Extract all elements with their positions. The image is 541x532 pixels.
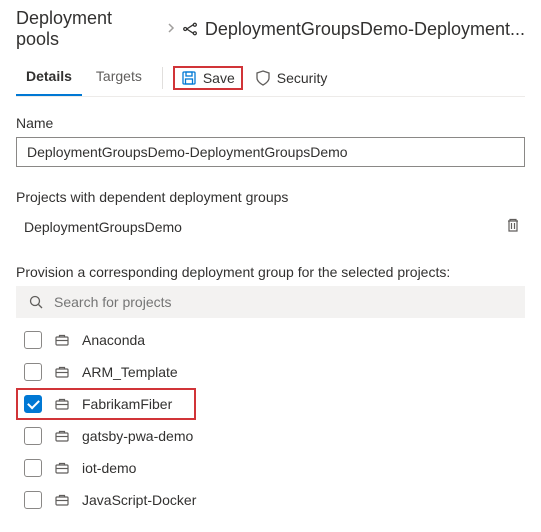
tab-details[interactable]: Details bbox=[16, 60, 82, 96]
project-checkbox[interactable] bbox=[24, 363, 42, 381]
breadcrumb-root[interactable]: Deployment pools bbox=[16, 8, 160, 50]
briefcase-icon bbox=[54, 364, 70, 380]
breadcrumb-leaf: DeploymentGroupsDemo-Deployment... bbox=[182, 19, 525, 40]
chevron-right-icon bbox=[166, 22, 176, 36]
project-checkbox[interactable] bbox=[24, 331, 42, 349]
save-label: Save bbox=[203, 70, 235, 86]
project-name: ARM_Template bbox=[82, 364, 178, 380]
project-checkbox[interactable] bbox=[24, 427, 42, 445]
project-row[interactable]: iot-demo bbox=[16, 452, 525, 484]
dependent-project-name: DeploymentGroupsDemo bbox=[24, 219, 182, 235]
project-row[interactable]: JavaScript-Docker bbox=[16, 484, 525, 516]
project-list: Anaconda ARM_Template FabrikamFiber gats… bbox=[16, 324, 525, 516]
dependent-label: Projects with dependent deployment group… bbox=[16, 189, 525, 205]
project-name: Anaconda bbox=[82, 332, 145, 348]
project-row[interactable]: Anaconda bbox=[16, 324, 525, 356]
provision-label: Provision a corresponding deployment gro… bbox=[16, 264, 525, 280]
project-row[interactable]: FabrikamFiber bbox=[16, 388, 196, 420]
name-section: Name bbox=[16, 115, 525, 167]
shield-icon bbox=[255, 70, 271, 86]
delete-button[interactable] bbox=[505, 217, 521, 236]
project-checkbox[interactable] bbox=[24, 395, 42, 413]
tab-targets[interactable]: Targets bbox=[86, 60, 152, 96]
breadcrumb: Deployment pools DeploymentGroupsDemo-De… bbox=[16, 8, 525, 50]
project-row[interactable]: ARM_Template bbox=[16, 356, 525, 388]
project-name: JavaScript-Docker bbox=[82, 492, 196, 508]
name-label: Name bbox=[16, 115, 525, 131]
search-icon bbox=[28, 294, 44, 310]
project-name: FabrikamFiber bbox=[82, 396, 172, 412]
dependent-row: DeploymentGroupsDemo bbox=[16, 211, 525, 242]
briefcase-icon bbox=[54, 396, 70, 412]
name-input[interactable] bbox=[16, 137, 525, 167]
save-icon bbox=[181, 70, 197, 86]
search-input[interactable] bbox=[54, 294, 513, 310]
project-name: iot-demo bbox=[82, 460, 136, 476]
briefcase-icon bbox=[54, 460, 70, 476]
briefcase-icon bbox=[54, 428, 70, 444]
deployment-group-icon bbox=[182, 20, 199, 38]
project-checkbox[interactable] bbox=[24, 459, 42, 477]
breadcrumb-leaf-text: DeploymentGroupsDemo-Deployment... bbox=[205, 19, 525, 40]
toolbar: Details Targets Save Security bbox=[16, 60, 525, 97]
project-row[interactable]: gatsby-pwa-demo bbox=[16, 420, 525, 452]
separator bbox=[162, 67, 163, 89]
search-box[interactable] bbox=[16, 286, 525, 318]
dependent-section: Projects with dependent deployment group… bbox=[16, 189, 525, 242]
security-label: Security bbox=[277, 70, 328, 86]
security-button[interactable]: Security bbox=[247, 66, 336, 90]
briefcase-icon bbox=[54, 332, 70, 348]
project-checkbox[interactable] bbox=[24, 491, 42, 509]
briefcase-icon bbox=[54, 492, 70, 508]
project-name: gatsby-pwa-demo bbox=[82, 428, 193, 444]
save-button[interactable]: Save bbox=[173, 66, 243, 90]
trash-icon bbox=[505, 217, 521, 233]
provision-section: Provision a corresponding deployment gro… bbox=[16, 264, 525, 516]
